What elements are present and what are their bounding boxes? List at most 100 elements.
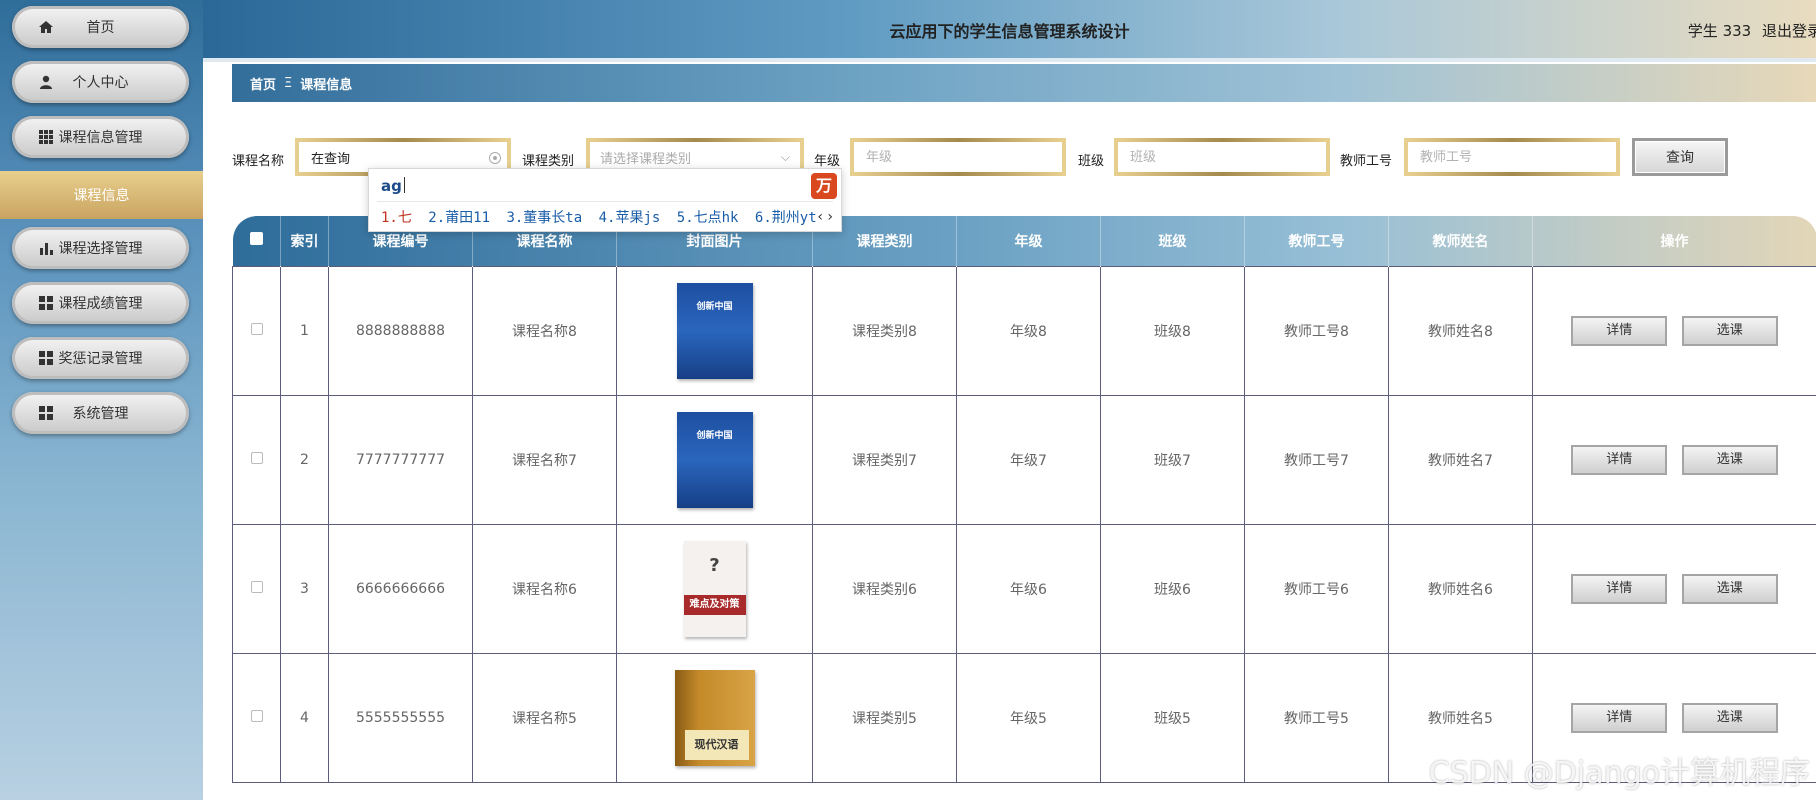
cover-image[interactable]: 创新中国 xyxy=(676,282,753,379)
course-type-label: 课程类别 xyxy=(522,154,575,169)
row-checkbox[interactable] xyxy=(250,451,263,464)
cover-subtitle: 现代汉语 xyxy=(684,729,749,760)
select-course-button[interactable]: 选课 xyxy=(1681,315,1778,346)
ime-candidate[interactable]: 4.苹果js xyxy=(599,210,661,226)
row-select-cell xyxy=(232,265,281,396)
type-cell: 课程类别6 xyxy=(812,523,957,654)
sidebar-item-label: 课程成绩管理 xyxy=(58,296,143,312)
sidebar-menu-lower: 课程选择管理 课程成绩管理 奖惩记录管理 系统管理 xyxy=(0,227,203,434)
cover-image[interactable]: ? 难点及对策 xyxy=(683,540,746,637)
grade-cell: 年级6 xyxy=(956,523,1101,654)
breadcrumb-home[interactable]: 首页 xyxy=(250,74,276,93)
cover-image[interactable]: 创新中国 xyxy=(676,411,753,508)
cover-title: 创新中国 xyxy=(696,430,733,441)
ime-page-nav[interactable]: ‹ › xyxy=(817,209,833,225)
index-cell: 1 xyxy=(280,265,329,396)
class-cell: 班级7 xyxy=(1100,394,1245,525)
ime-candidate[interactable]: 6.荆州yt xyxy=(755,210,817,226)
code-cell: 6666666666 xyxy=(328,523,473,654)
grade-input[interactable] xyxy=(864,148,1062,166)
column-header: 教师姓名 xyxy=(1388,216,1533,266)
sidebar-item-course-select[interactable]: 课程选择管理 xyxy=(12,227,189,269)
ime-candidate[interactable]: 5.七点hk xyxy=(677,210,739,226)
name-cell: 课程名称6 xyxy=(472,523,617,654)
teacher-id-input[interactable] xyxy=(1418,148,1616,166)
course-table: 索引 课程编号 课程名称 封面图片 课程类别 年级 班级 教师工号 教师姓名 操… xyxy=(232,216,1816,783)
sidebar-subitem-course-info[interactable]: 课程信息 xyxy=(0,171,203,219)
teacher-id-cell: 教师工号6 xyxy=(1244,523,1389,654)
detail-button[interactable]: 详情 xyxy=(1571,315,1668,346)
watermark: CSDN @Django计算机程序 xyxy=(1428,756,1810,791)
cover-title: 创新中国 xyxy=(696,301,733,312)
sidebar-item-course-info-manage[interactable]: 课程信息管理 xyxy=(12,116,189,158)
teacher-name-cell: 教师姓名6 xyxy=(1388,523,1533,654)
ime-composition: ag xyxy=(381,177,405,195)
detail-button[interactable]: 详情 xyxy=(1571,444,1668,475)
breadcrumb-separator: Ξ xyxy=(284,75,293,91)
sidebar-item-label: 课程选择管理 xyxy=(58,241,143,257)
ime-candidate[interactable]: 2.莆田11 xyxy=(428,210,490,226)
clear-icon[interactable] xyxy=(489,152,501,164)
home-icon xyxy=(38,19,54,35)
column-header: 教师工号 xyxy=(1244,216,1389,266)
cover-cell: 现代汉语 xyxy=(616,652,813,783)
index-cell: 4 xyxy=(280,652,329,783)
sidebar-item-label: 奖惩记录管理 xyxy=(58,351,143,367)
sidebar-item-home[interactable]: 首页 xyxy=(12,6,189,48)
type-cell: 课程类别5 xyxy=(812,652,957,783)
row-checkbox[interactable] xyxy=(250,322,263,335)
select-all-checkbox[interactable] xyxy=(249,232,263,246)
sidebar-item-system[interactable]: 系统管理 xyxy=(12,392,189,434)
row-checkbox[interactable] xyxy=(250,580,263,593)
user-area: 学生 333 退出登录 xyxy=(1682,20,1816,41)
cover-cell: 创新中国 xyxy=(616,265,813,396)
table-row: 1 8888888888 课程名称8 创新中国 课程类别8 年级8 班级8 教师… xyxy=(232,265,1816,396)
actions-cell: 详情 选课 xyxy=(1532,523,1816,654)
sidebar-item-label: 课程信息管理 xyxy=(58,130,143,146)
column-header: 索引 xyxy=(280,216,329,266)
teacher-id-input-box[interactable] xyxy=(1404,138,1620,176)
type-cell: 课程类别7 xyxy=(812,394,957,525)
sidebar-item-profile[interactable]: 个人中心 xyxy=(12,61,189,103)
name-cell: 课程名称7 xyxy=(472,394,617,525)
select-course-button[interactable]: 选课 xyxy=(1681,702,1778,733)
class-input-box[interactable] xyxy=(1114,138,1330,176)
cover-image[interactable]: 现代汉语 xyxy=(674,669,755,766)
row-checkbox[interactable] xyxy=(250,709,263,722)
ime-logo-icon[interactable]: 万 xyxy=(811,173,837,199)
table-row: 2 7777777777 课程名称7 创新中国 课程类别7 年级7 班级7 教师… xyxy=(232,394,1816,525)
apps-icon xyxy=(38,295,54,311)
actions-cell: 详情 选课 xyxy=(1532,394,1816,525)
sidebar: 首页 个人中心 课程信息管理 课程信息 课程选择管理 课程成绩管理 奖惩记录管理… xyxy=(0,0,203,800)
table-row: 3 6666666666 课程名称6 ? 难点及对策 课程类别6 年级6 班级6… xyxy=(232,523,1816,654)
logout-link[interactable]: 退出登录 xyxy=(1762,22,1816,40)
user-name: 学生 333 xyxy=(1687,22,1752,40)
sidebar-item-label: 个人中心 xyxy=(72,75,129,91)
course-table-wrap: 索引 课程编号 课程名称 封面图片 课程类别 年级 班级 教师工号 教师姓名 操… xyxy=(232,216,1816,800)
detail-button[interactable]: 详情 xyxy=(1571,702,1668,733)
actions-cell: 详情 选课 xyxy=(1532,265,1816,396)
cover-subtitle: 难点及对策 xyxy=(683,594,746,615)
select-course-button[interactable]: 选课 xyxy=(1681,573,1778,604)
course-name-input[interactable] xyxy=(309,148,507,166)
detail-button[interactable]: 详情 xyxy=(1571,573,1668,604)
bar-chart-icon xyxy=(38,240,54,256)
ime-candidate[interactable]: 1.七 xyxy=(381,210,412,226)
app-title: 云应用下的学生信息管理系统设计 xyxy=(889,22,1130,41)
select-course-button[interactable]: 选课 xyxy=(1681,444,1778,475)
ime-candidate-popup: ag 万 1.七 2.莆田11 3.董事长ta 4.苹果js 5.七点hk 6.… xyxy=(368,168,842,232)
code-cell: 7777777777 xyxy=(328,394,473,525)
sidebar-item-grades[interactable]: 课程成绩管理 xyxy=(12,282,189,324)
select-all-header xyxy=(232,216,281,266)
query-button[interactable]: 查询 xyxy=(1632,138,1728,176)
column-header: 班级 xyxy=(1100,216,1245,266)
ime-candidate[interactable]: 3.董事长ta xyxy=(506,210,582,226)
sidebar-item-label: 首页 xyxy=(86,20,115,36)
sidebar-item-label: 课程信息 xyxy=(73,188,130,204)
index-cell: 2 xyxy=(280,394,329,525)
cover-cell: 创新中国 xyxy=(616,394,813,525)
grade-input-box[interactable] xyxy=(850,138,1066,176)
apps-icon xyxy=(38,405,54,421)
sidebar-item-rewards[interactable]: 奖惩记录管理 xyxy=(12,337,189,379)
class-input[interactable] xyxy=(1128,148,1326,166)
